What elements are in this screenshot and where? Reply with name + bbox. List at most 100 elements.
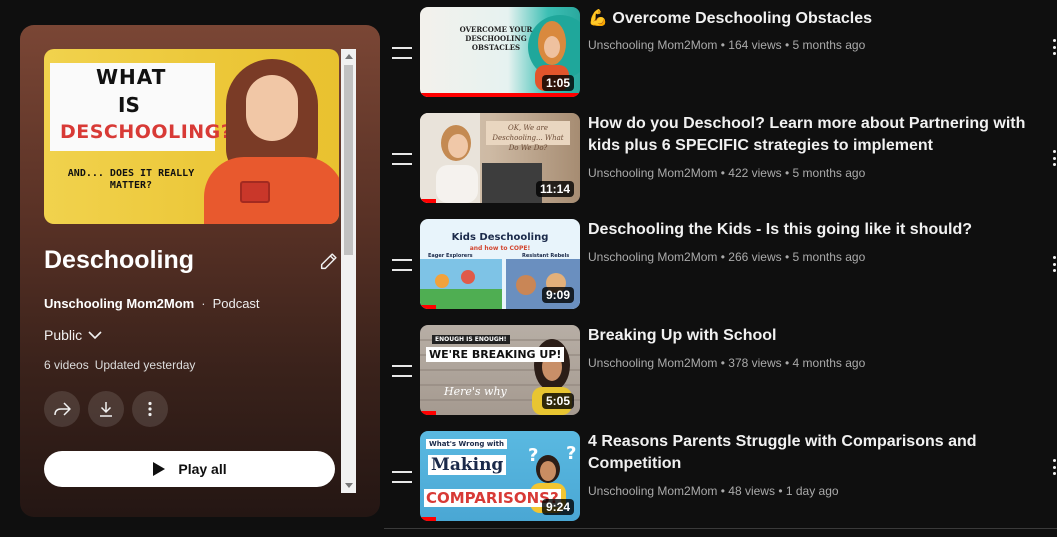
playlist-video-list: OVERCOME YOUR DESCHOOLING OBSTACLES 1:05…: [384, 0, 1057, 537]
updated-label: Updated yesterday: [94, 358, 196, 372]
video-title[interactable]: Deschooling the Kids - Is this going lik…: [588, 219, 1038, 241]
download-icon: [100, 402, 112, 417]
privacy-value: Public: [44, 327, 83, 343]
list-divider: [384, 528, 1057, 529]
video-meta: Unschooling Mom2Mom • 266 views • 5 mont…: [588, 250, 865, 264]
thumbnail-label-right: Resistant Rebels: [522, 253, 570, 259]
meta-separator: •: [785, 166, 790, 180]
video-count: 6 videos: [44, 358, 89, 372]
channel-name[interactable]: Unschooling Mom2Mom: [588, 250, 717, 264]
playlist-header-panel: WHAT IS DESCHOOLING? AND... DOES IT REAL…: [20, 25, 380, 517]
scroll-down-arrow-icon[interactable]: [345, 483, 353, 488]
svg-text:?: ?: [566, 443, 576, 464]
list-item[interactable]: ? ? What's Wrong with Making COMPARISONS…: [384, 431, 1057, 527]
duration-badge: 11:14: [535, 181, 574, 197]
cover-person-face: [246, 75, 298, 141]
more-vert-icon[interactable]: [1053, 256, 1057, 272]
owner-separator: ·: [201, 296, 206, 311]
video-meta: Unschooling Mom2Mom • 422 views • 5 mont…: [588, 166, 865, 180]
thumbnail-bigtext: COMPARISONS?: [424, 489, 561, 507]
thumbnail-text: What's Wrong with: [426, 439, 508, 449]
playlist-kind-label: Podcast: [212, 296, 260, 311]
panel-scrollbar[interactable]: [341, 49, 356, 493]
video-thumbnail[interactable]: OVERCOME YOUR DESCHOOLING OBSTACLES 1:05: [420, 7, 580, 97]
drag-handle-icon[interactable]: [392, 471, 412, 483]
list-item[interactable]: OVERCOME YOUR DESCHOOLING OBSTACLES 1:05…: [384, 7, 1057, 103]
play-icon: [153, 462, 166, 476]
video-meta: Unschooling Mom2Mom • 378 views • 4 mont…: [588, 356, 865, 370]
upload-age: 5 months ago: [792, 166, 866, 180]
meta-separator: •: [720, 38, 725, 52]
drag-handle-icon[interactable]: [392, 365, 412, 377]
thumbnail-subtext: Here's why: [444, 385, 507, 398]
list-item[interactable]: ENOUGH IS ENOUGH! WE'RE BREAKING UP! Her…: [384, 325, 1057, 421]
video-thumbnail[interactable]: Kids Deschooling and how to COPE! Eager …: [420, 219, 580, 309]
thumbnail-text: Kids Deschooling: [451, 232, 549, 243]
list-item[interactable]: Kids Deschooling and how to COPE! Eager …: [384, 219, 1057, 315]
channel-name[interactable]: Unschooling Mom2Mom: [588, 166, 717, 180]
video-meta: Unschooling Mom2Mom • 48 views • 1 day a…: [588, 484, 839, 498]
video-meta: Unschooling Mom2Mom • 164 views • 5 mont…: [588, 38, 865, 52]
svg-text:?: ?: [528, 445, 538, 466]
video-title[interactable]: 💪 Overcome Deschooling Obstacles: [588, 8, 1038, 30]
more-vert-icon: [148, 401, 152, 417]
playlist-cover-image[interactable]: WHAT IS DESCHOOLING? AND... DOES IT REAL…: [44, 49, 339, 224]
view-count: 164 views: [728, 38, 782, 52]
video-thumbnail[interactable]: ? ? What's Wrong with Making COMPARISONS…: [420, 431, 580, 521]
list-item[interactable]: OK, We are Deschooling... What Do We Do?…: [384, 113, 1057, 209]
upload-age: 4 months ago: [792, 356, 866, 370]
play-all-button[interactable]: Play all: [44, 451, 335, 487]
share-icon: [54, 402, 71, 416]
playlist-title: Deschooling: [44, 246, 195, 274]
drag-handle-icon[interactable]: [392, 259, 412, 271]
scroll-up-arrow-icon[interactable]: [345, 54, 353, 59]
watch-progress-bar: [420, 199, 436, 203]
thumbnail-text: OVERCOME YOUR DESCHOOLING OBSTACLES: [459, 25, 533, 52]
scrollbar-thumb[interactable]: [344, 65, 353, 255]
thumbnail-midtext: Making: [428, 455, 507, 475]
duration-badge: 9:09: [541, 287, 574, 303]
video-thumbnail[interactable]: ENOUGH IS ENOUGH! WE'RE BREAKING UP! Her…: [420, 325, 580, 415]
channel-name[interactable]: Unschooling Mom2Mom: [588, 484, 717, 498]
more-actions-button[interactable]: [132, 391, 168, 427]
privacy-dropdown[interactable]: Public: [44, 327, 102, 343]
cover-text-deschooling: DESCHOOLING?: [60, 121, 233, 143]
upload-age: 5 months ago: [792, 250, 866, 264]
thumbnail-text: OK, We are Deschooling... What Do We Do?: [492, 124, 564, 152]
video-title[interactable]: How do you Deschool? Learn more about Pa…: [588, 113, 1038, 157]
meta-separator: •: [785, 250, 790, 264]
drag-handle-icon[interactable]: [392, 153, 412, 165]
thumbnail-text: WE'RE BREAKING UP!: [426, 347, 565, 362]
drag-handle-icon[interactable]: [392, 47, 412, 59]
cover-text-what: WHAT: [96, 65, 167, 89]
duration-badge: 5:05: [541, 393, 574, 409]
watch-progress-bar: [420, 411, 436, 415]
meta-separator: •: [785, 356, 790, 370]
view-count: 422 views: [728, 166, 782, 180]
more-vert-icon[interactable]: [1053, 39, 1057, 55]
duration-badge: 1:05: [541, 75, 574, 91]
chevron-down-icon: [88, 331, 102, 340]
download-button[interactable]: [88, 391, 124, 427]
share-button[interactable]: [44, 391, 80, 427]
thumbnail-label-left: Eager Explorers: [428, 253, 473, 259]
duration-badge: 9:24: [541, 499, 574, 515]
playlist-owner-link[interactable]: Unschooling Mom2Mom: [44, 296, 194, 311]
more-vert-icon[interactable]: [1053, 150, 1057, 166]
channel-name[interactable]: Unschooling Mom2Mom: [588, 356, 717, 370]
meta-separator: •: [720, 250, 725, 264]
more-vert-icon[interactable]: [1053, 459, 1057, 475]
thumbnail-tag: ENOUGH IS ENOUGH!: [432, 335, 510, 344]
video-title[interactable]: 4 Reasons Parents Struggle with Comparis…: [588, 431, 1038, 475]
video-title[interactable]: Breaking Up with School: [588, 325, 1038, 347]
upload-age: 1 day ago: [785, 484, 839, 498]
play-all-label: Play all: [178, 461, 227, 477]
video-thumbnail[interactable]: OK, We are Deschooling... What Do We Do?…: [420, 113, 580, 203]
view-count: 378 views: [728, 356, 782, 370]
meta-separator: •: [778, 484, 783, 498]
thumbnail-subtext: and how to COPE!: [469, 245, 531, 252]
channel-name[interactable]: Unschooling Mom2Mom: [588, 38, 717, 52]
cover-text-is: IS: [118, 93, 140, 117]
upload-age: 5 months ago: [792, 38, 866, 52]
pencil-icon[interactable]: [318, 250, 340, 272]
